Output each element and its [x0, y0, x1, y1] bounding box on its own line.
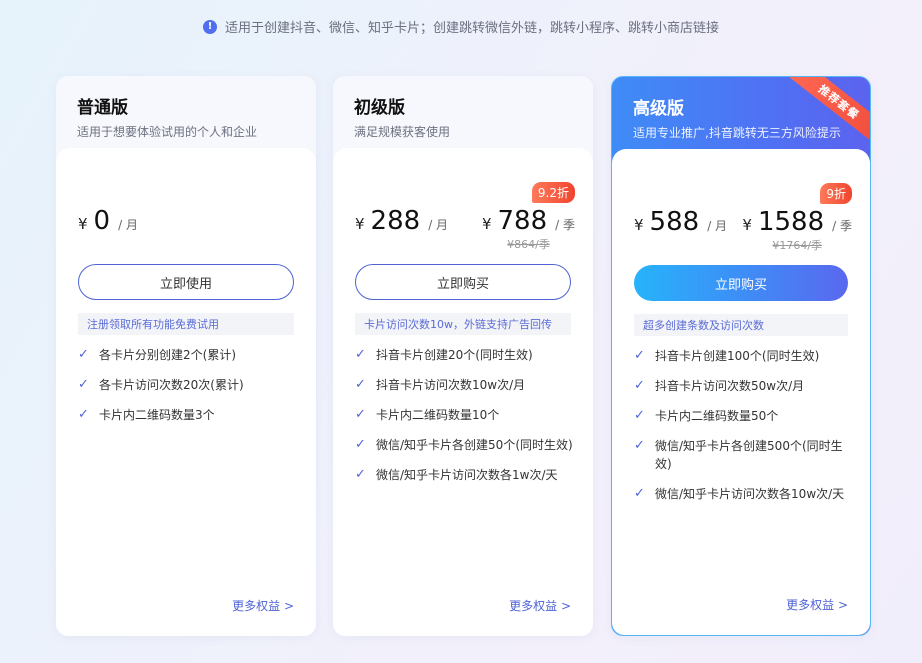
check-icon: ✓: [78, 407, 89, 422]
feature-item: ✓ 各卡片访问次数20次(累计): [78, 376, 296, 394]
feature-list: ✓ 抖音卡片创建20个(同时生效) ✓ 抖音卡片访问次数10w次/月 ✓ 卡片内二维码…: [355, 346, 573, 496]
price-period: / 季: [832, 219, 852, 233]
info-icon: !: [202, 19, 217, 34]
check-icon: ✓: [355, 437, 366, 452]
currency-symbol: ¥: [742, 216, 752, 234]
feature-item: ✓ 微信/知乎卡片访问次数各10w次/天: [634, 485, 850, 503]
more-benefits-link[interactable]: 更多权益 >: [786, 596, 848, 613]
feature-text: 微信/知乎卡片访问次数各10w次/天: [655, 487, 845, 501]
feature-text: 卡片内二维码数量10个: [376, 408, 500, 422]
plan-subtitle: 适用于想要体验试用的个人和企业: [77, 125, 258, 139]
plan-card-pro: 推荐套餐 高级版 适用专业推广,抖音跳转无三方风险提示 ¥ 588 / 月 9折…: [611, 76, 871, 636]
feature-list: ✓ 抖音卡片创建100个(同时生效) ✓ 抖音卡片访问次数50w次/月 ✓ 卡片内二维…: [634, 347, 850, 515]
price-amount: 588: [649, 207, 700, 237]
feature-text: 抖音卡片创建100个(同时生效): [655, 349, 820, 363]
feature-item: ✓ 微信/知乎卡片访问次数各1w次/天: [355, 466, 573, 484]
feature-item: ✓ 抖音卡片创建100个(同时生效): [634, 347, 850, 365]
original-price: ¥1764/季: [772, 239, 823, 252]
original-price: ¥864/季: [507, 238, 550, 251]
plan-title: 普通版: [77, 98, 128, 118]
price-period: / 月: [707, 219, 728, 233]
feature-text: 抖音卡片创建20个(同时生效): [376, 348, 533, 362]
monthly-price: ¥ 0 / 月: [78, 206, 138, 236]
plan-tip: 卡片访问次数10w，外链支持广告回传: [355, 313, 571, 335]
check-icon: ✓: [634, 378, 645, 393]
notice-text: 适用于创建抖音、微信、知乎卡片；创建跳转微信外链，跳转小程序、跳转小商店链接: [224, 21, 719, 36]
check-icon: ✓: [634, 408, 645, 423]
plan-tip: 注册领取所有功能免费试用: [78, 313, 294, 335]
feature-text: 微信/知乎卡片访问次数各1w次/天: [376, 468, 558, 482]
discount-badge: 9折: [820, 183, 852, 204]
check-icon: ✓: [634, 348, 645, 363]
plan-title: 初级版: [354, 98, 405, 118]
feature-text: 卡片内二维码数量3个: [99, 408, 215, 422]
price-period: / 季: [555, 218, 575, 232]
feature-item: ✓ 卡片内二维码数量10个: [355, 406, 573, 424]
price-amount: 788: [497, 206, 548, 236]
feature-text: 抖音卡片访问次数10w次/月: [376, 378, 526, 392]
feature-item: ✓ 各卡片分别创建2个(累计): [78, 346, 296, 364]
plan-subtitle: 满足规模获客使用: [354, 125, 451, 139]
price-period: / 月: [118, 218, 138, 232]
more-benefits-link[interactable]: 更多权益 >: [509, 597, 571, 614]
check-icon: ✓: [355, 347, 366, 362]
discount-badge: 9.2折: [531, 182, 575, 203]
currency-symbol: ¥: [78, 215, 88, 233]
feature-text: 微信/知乎卡片各创建50个(同时生效): [376, 438, 573, 452]
use-now-button[interactable]: 立即使用: [78, 264, 294, 300]
quarterly-price: 9.2折 ¥ 788 / 季 ¥864/季: [481, 182, 575, 252]
feature-text: 卡片内二维码数量50个: [655, 409, 779, 423]
feature-text: 各卡片分别创建2个(累计): [99, 348, 236, 362]
feature-item: ✓ 微信/知乎卡片各创建500个(同时生效): [634, 437, 850, 473]
notice-bar: ! 适用于创建抖音、微信、知乎卡片；创建跳转微信外链，跳转小程序、跳转小商店链接: [0, 17, 922, 36]
check-icon: ✓: [78, 347, 89, 362]
check-icon: ✓: [355, 377, 366, 392]
plan-subtitle: 适用专业推广,抖音跳转无三方风险提示: [633, 126, 841, 140]
price-row: ¥ 288 / 月 9.2折 ¥ 788 / 季 ¥864/季: [355, 182, 575, 251]
feature-item: ✓ 抖音卡片访问次数10w次/月: [355, 376, 573, 394]
price-amount: 1588: [757, 207, 825, 237]
feature-list: ✓ 各卡片分别创建2个(累计) ✓ 各卡片访问次数20次(累计) ✓ 卡片内二维码数量…: [78, 346, 296, 436]
feature-item: ✓ 抖音卡片访问次数50w次/月: [634, 377, 850, 395]
feature-item: ✓ 抖音卡片创建20个(同时生效): [355, 346, 573, 364]
buy-now-button[interactable]: 立即购买: [634, 265, 848, 301]
check-icon: ✓: [355, 407, 366, 422]
feature-text: 微信/知乎卡片各创建500个(同时生效): [655, 439, 843, 471]
check-icon: ✓: [78, 377, 89, 392]
plan-card-basic: 普通版 适用于想要体验试用的个人和企业 ¥ 0 / 月 立即使用 注册领取所有功…: [56, 76, 316, 636]
feature-text: 抖音卡片访问次数50w次/月: [655, 379, 805, 393]
price-amount: 288: [370, 206, 421, 236]
check-icon: ✓: [355, 467, 366, 482]
feature-text: 各卡片访问次数20次(累计): [99, 378, 244, 392]
price-row: ¥ 588 / 月 9折 ¥ 1588 / 季 ¥1764/季: [634, 183, 852, 252]
currency-symbol: ¥: [634, 216, 644, 234]
plan-card-junior: 初级版 满足规模获客使用 ¥ 288 / 月 9.2折 ¥ 788 / 季 ¥8…: [333, 76, 593, 636]
price-row: ¥ 0 / 月: [78, 206, 298, 236]
price-period: / 月: [428, 218, 449, 232]
plan-tip: 超多创建条数及访问次数: [634, 314, 848, 336]
more-benefits-link[interactable]: 更多权益 >: [232, 597, 294, 614]
feature-item: ✓ 卡片内二维码数量3个: [78, 406, 296, 424]
price-amount: 0: [93, 206, 111, 236]
check-icon: ✓: [634, 486, 645, 501]
monthly-price: ¥ 588 / 月: [634, 207, 727, 237]
quarterly-price: 9折 ¥ 1588 / 季 ¥1764/季: [742, 183, 852, 253]
currency-symbol: ¥: [355, 215, 365, 233]
buy-now-button[interactable]: 立即购买: [355, 264, 571, 300]
feature-item: ✓ 微信/知乎卡片各创建50个(同时生效): [355, 436, 573, 454]
check-icon: ✓: [634, 438, 645, 453]
currency-symbol: ¥: [481, 215, 492, 233]
feature-item: ✓ 卡片内二维码数量50个: [634, 407, 850, 425]
monthly-price: ¥ 288 / 月: [355, 206, 448, 236]
